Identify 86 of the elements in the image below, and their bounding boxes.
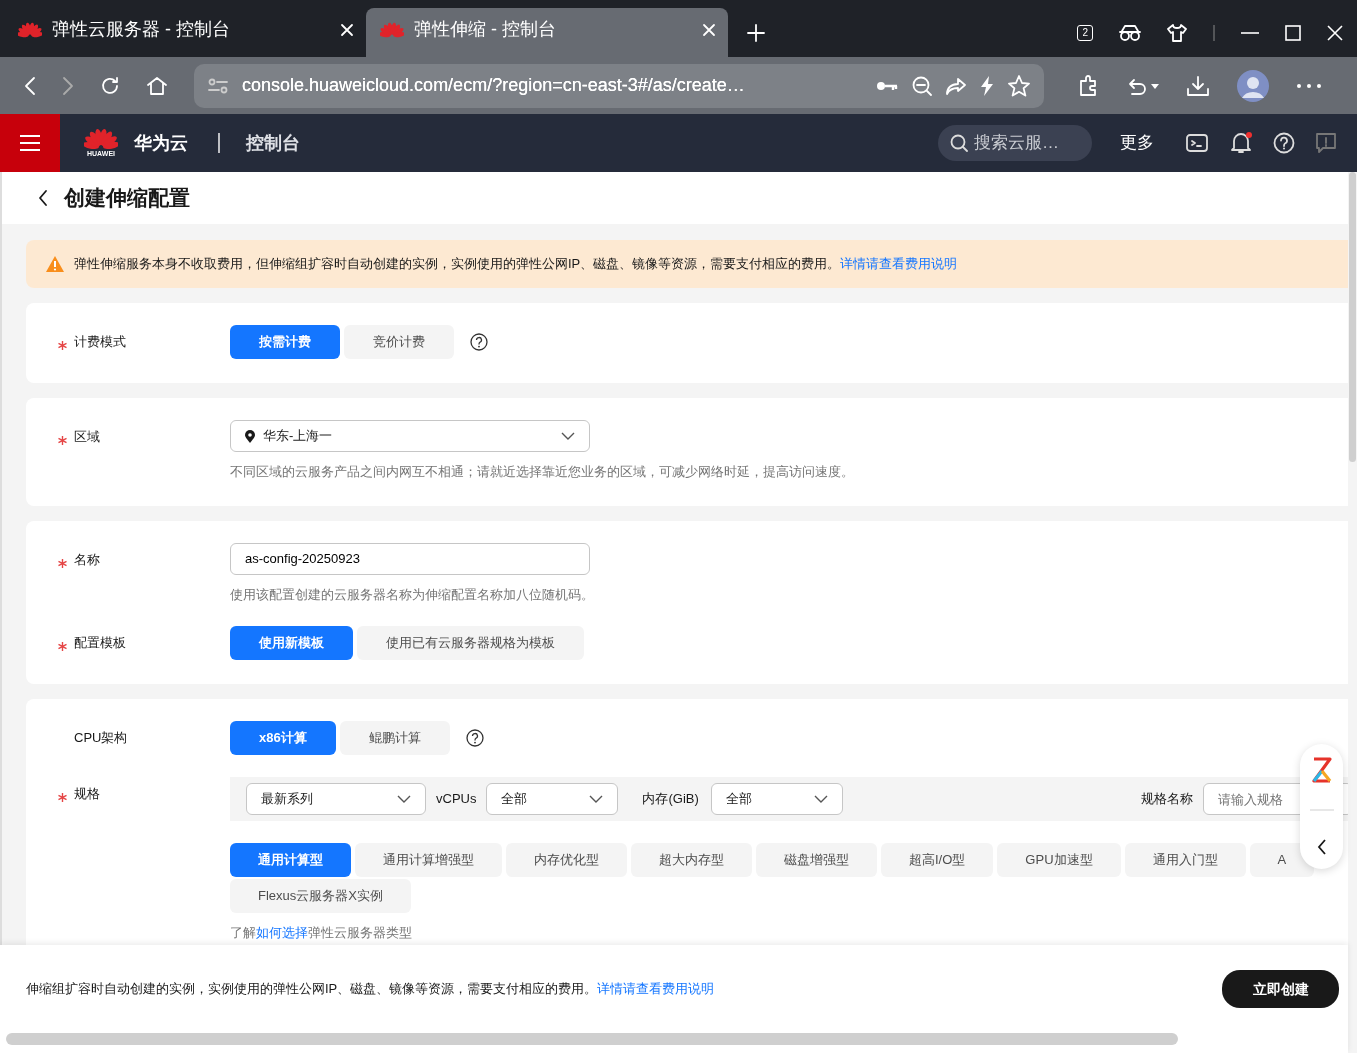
huawei-logo-icon bbox=[18, 21, 42, 38]
fee-link[interactable]: 详情请查看费用说明 bbox=[597, 981, 715, 997]
chevron-down-icon bbox=[813, 795, 828, 803]
maximize-icon[interactable] bbox=[1285, 25, 1301, 41]
terminal-icon[interactable] bbox=[1186, 133, 1208, 153]
notice-text: 弹性伸缩服务本身不收取费用，但伸缩组扩容时自动创建的实例，实例使用的弹性公网IP、磁盘、镜像等资源，需要支付相应的费用。详情请查看费用说明 bbox=[74, 255, 958, 274]
category-tab[interactable]: Flexus云服务器X实例 bbox=[230, 879, 411, 913]
divider-icon bbox=[218, 133, 220, 153]
plus-icon[interactable] bbox=[746, 23, 766, 43]
name-input[interactable]: as-config-20250923 bbox=[230, 542, 590, 575]
shirt-icon[interactable] bbox=[1167, 23, 1187, 43]
assistant-logo-icon[interactable] bbox=[1310, 757, 1333, 784]
huawei-logo-icon bbox=[380, 21, 404, 38]
field-label: 配置模板 bbox=[74, 634, 126, 653]
option-tab[interactable]: 按需计费 bbox=[230, 325, 340, 359]
key-icon[interactable] bbox=[876, 79, 898, 92]
huawei-logo-icon bbox=[84, 128, 118, 150]
category-tab[interactable]: 通用计算增强型 bbox=[355, 843, 502, 877]
option-tab[interactable]: 竞价计费 bbox=[344, 325, 454, 359]
chevron-down-icon bbox=[397, 795, 411, 803]
option-tab[interactable]: x86计算 bbox=[230, 721, 336, 755]
brand-name[interactable]: 华为云 bbox=[134, 129, 188, 157]
lightning-icon[interactable] bbox=[980, 75, 994, 96]
search-icon bbox=[950, 134, 968, 152]
scrollbar-thumb[interactable] bbox=[6, 1033, 1178, 1045]
divider-icon bbox=[1213, 25, 1215, 41]
console-link[interactable]: 控制台 bbox=[246, 129, 300, 157]
collapse-icon[interactable] bbox=[1316, 837, 1327, 856]
close-icon[interactable] bbox=[340, 22, 354, 37]
filter-select[interactable]: 全部 bbox=[486, 783, 619, 815]
tab-count-icon[interactable]: 2 bbox=[1077, 25, 1093, 41]
more-link[interactable]: 更多 bbox=[1120, 130, 1154, 156]
download-icon[interactable] bbox=[1186, 74, 1210, 97]
field-label: 名称 bbox=[74, 550, 100, 569]
create-button[interactable]: 立即创建 bbox=[1222, 970, 1339, 1008]
category-tab[interactable]: 超高I/O型 bbox=[881, 843, 994, 877]
category-tab[interactable]: 磁盘增强型 bbox=[756, 843, 877, 877]
close-icon[interactable] bbox=[1327, 25, 1343, 41]
share-icon[interactable] bbox=[946, 76, 966, 95]
field-label: 区域 bbox=[74, 428, 100, 447]
bell-icon[interactable] bbox=[1230, 132, 1253, 154]
chevron-down-icon bbox=[589, 795, 604, 803]
browser-tab[interactable]: 弹性伸缩 - 控制台 bbox=[366, 8, 728, 57]
more-icon[interactable] bbox=[1296, 82, 1322, 89]
footer-text: 伸缩组扩容时自动创建的实例，实例使用的弹性公网IP、磁盘、镜像等资源，需要支付相应的费用。详情请查看费用说明 bbox=[26, 980, 715, 999]
page-title: 创建伸缩配置 bbox=[64, 185, 190, 212]
hint-text: 不同区域的云服务产品之间内网互不相通；请就近选择靠近您业务的区域，可减少网络时延，提高访问速度。 bbox=[230, 463, 855, 481]
hint-text: 使用该配置创建的云服务器名称为伸缩配置名称加八位随机码。 bbox=[230, 585, 595, 604]
star-icon[interactable] bbox=[1008, 74, 1030, 97]
learn-link[interactable]: 如何选择 bbox=[256, 925, 308, 940]
feedback-icon[interactable] bbox=[1315, 132, 1337, 154]
back-icon[interactable] bbox=[38, 189, 48, 207]
category-tab[interactable]: 通用入门型 bbox=[1124, 843, 1246, 877]
filter-select[interactable]: 最新系列 bbox=[246, 783, 426, 815]
reload-icon[interactable] bbox=[100, 75, 120, 96]
filter-label: vCPUs bbox=[436, 790, 477, 809]
menu-button[interactable] bbox=[0, 114, 60, 172]
option-tab[interactable]: 使用新模板 bbox=[230, 626, 353, 660]
scrollbar-thumb[interactable] bbox=[1349, 172, 1356, 462]
field-label: 计费模式 bbox=[74, 333, 126, 352]
glasses-icon[interactable] bbox=[1119, 24, 1141, 42]
help-icon[interactable] bbox=[470, 333, 488, 351]
learn-more-text: 了解如何选择弹性云服务器类型 bbox=[230, 924, 413, 942]
menu-icon bbox=[19, 134, 41, 152]
help-icon[interactable] bbox=[465, 729, 484, 747]
zoom-out-icon[interactable] bbox=[912, 75, 932, 96]
region-select[interactable]: 华东-上海一 bbox=[230, 420, 590, 452]
fee-link[interactable]: 详情请查看费用说明 bbox=[840, 256, 958, 272]
filter-label: 内存(GiB) bbox=[642, 790, 699, 809]
category-tab[interactable]: 超大内存型 bbox=[631, 843, 752, 877]
home-icon[interactable] bbox=[146, 75, 168, 96]
avatar-icon[interactable] bbox=[1236, 68, 1270, 103]
search-field[interactable]: 搜索云服… bbox=[938, 125, 1092, 161]
option-tab[interactable]: 鲲鹏计算 bbox=[339, 721, 450, 755]
field-label: CPU架构 bbox=[74, 729, 128, 748]
field-label: 规格 bbox=[74, 785, 100, 804]
category-tab[interactable]: 通用计算型 bbox=[230, 843, 351, 877]
category-tab[interactable]: GPU加速型 bbox=[997, 843, 1121, 877]
option-tab[interactable]: 使用已有云服务器规格为模板 bbox=[357, 626, 584, 660]
filter-label: 规格名称 bbox=[1141, 790, 1193, 809]
category-tab[interactable]: 内存优化型 bbox=[506, 843, 627, 877]
chevron-down-icon bbox=[561, 432, 575, 440]
warning-icon bbox=[46, 256, 64, 272]
browser-tab[interactable]: 弹性云服务器 - 控制台 bbox=[4, 8, 366, 57]
filter-select[interactable]: 全部 bbox=[710, 783, 843, 815]
location-pin-icon bbox=[245, 429, 255, 443]
